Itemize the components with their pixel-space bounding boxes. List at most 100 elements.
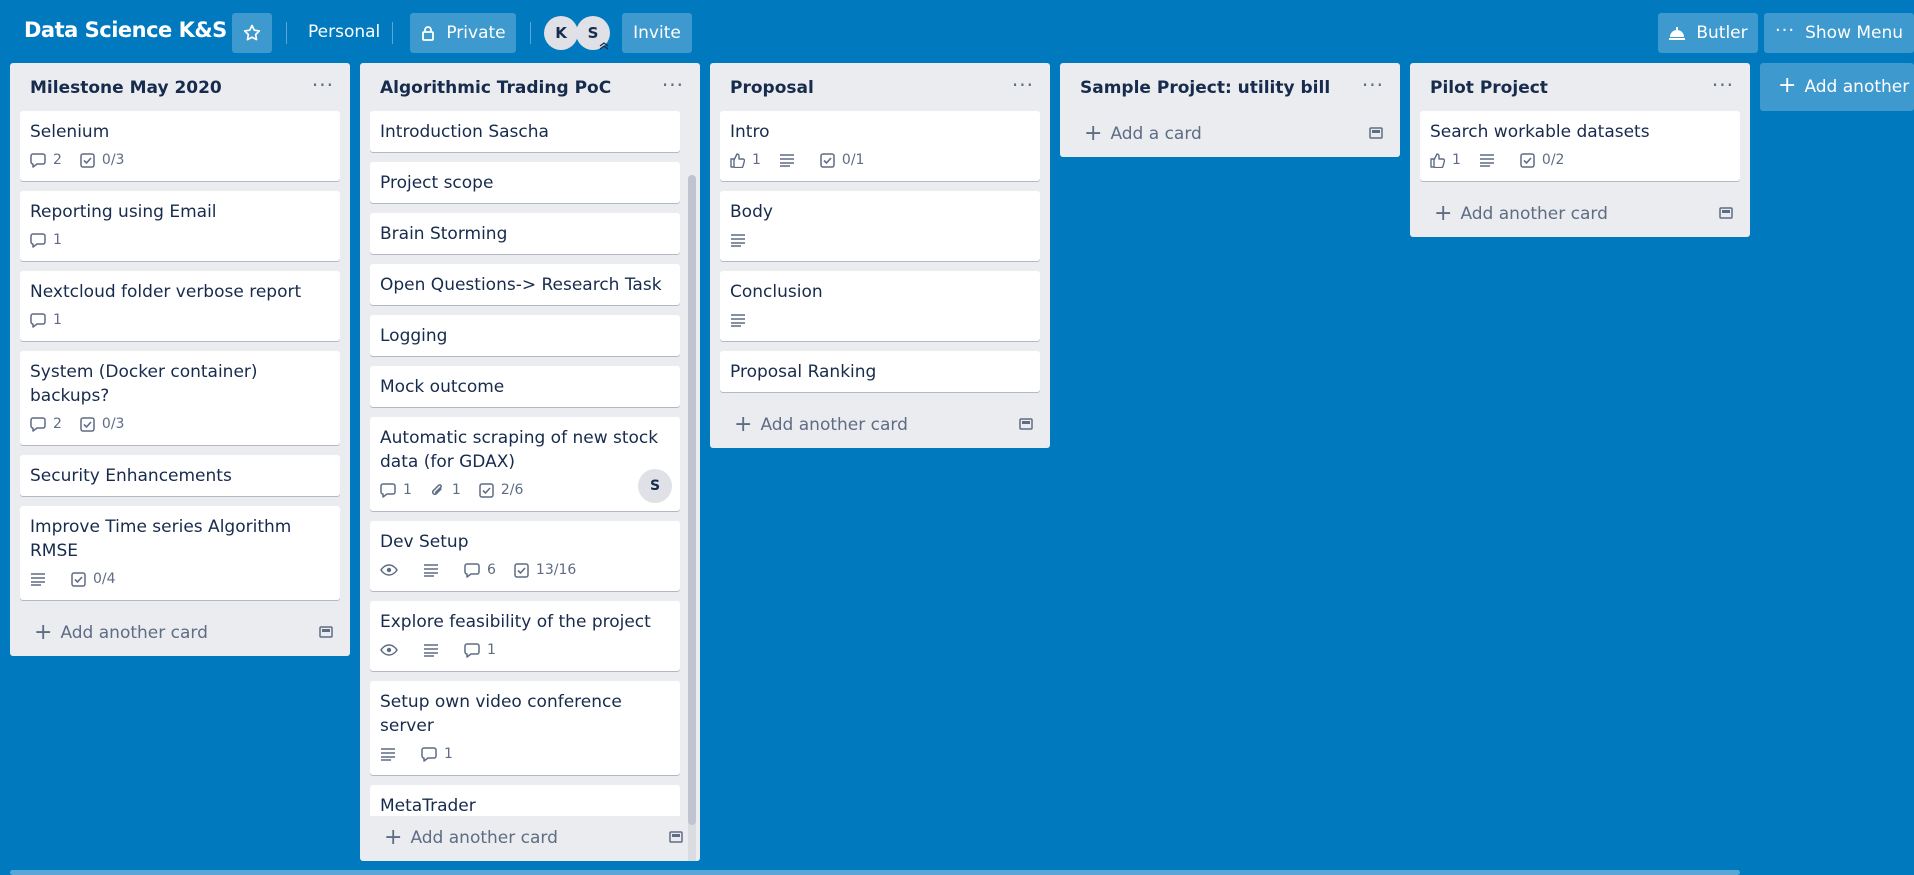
list-title[interactable]: Algorithmic Trading PoC — [380, 78, 611, 98]
badge-count: 1 — [444, 746, 453, 762]
badge-count: 2 — [53, 152, 62, 168]
list-card[interactable]: Mock outcome — [370, 366, 680, 407]
butler-button[interactable]: Butler — [1658, 13, 1758, 53]
list-header[interactable]: Proposal ··· — [710, 63, 1050, 111]
list-menu-icon[interactable]: ··· — [312, 73, 334, 97]
lock-icon — [422, 26, 435, 41]
show-menu-button[interactable]: ··· Show Menu — [1764, 13, 1914, 53]
plus-icon: + — [734, 411, 753, 437]
board-horizontal-scrollbar[interactable] — [10, 870, 1740, 875]
list-card[interactable]: Logging — [370, 315, 680, 356]
add-card-button[interactable]: + Add another card — [10, 610, 350, 656]
card-title: Logging — [380, 326, 448, 346]
comments-badge: 1 — [30, 232, 62, 248]
comment-icon — [30, 232, 46, 248]
checklist-icon — [514, 562, 529, 578]
list-card[interactable]: Intro 1 0/1 — [720, 111, 1040, 181]
list-card[interactable]: System (Docker container) backups? 2 0/3 — [20, 351, 340, 445]
card-template-icon[interactable] — [1718, 205, 1734, 221]
description-badge — [779, 153, 802, 167]
card-template-icon[interactable] — [318, 624, 334, 640]
list-card[interactable]: Automatic scraping of new stock data (fo… — [370, 417, 680, 511]
member-avatar[interactable]: K — [544, 16, 578, 50]
card-template-icon[interactable] — [1018, 416, 1034, 432]
list-title[interactable]: Milestone May 2020 — [30, 78, 222, 98]
card-title: Open Questions-> Research Task — [380, 275, 662, 295]
list-card[interactable]: Dev Setup 6 13/16 — [370, 521, 680, 591]
comment-icon — [30, 152, 46, 168]
list-card[interactable]: Brain Storming — [370, 213, 680, 254]
list-header[interactable]: Sample Project: utility bill ··· — [1060, 63, 1400, 111]
list-card[interactable]: Conclusion — [720, 271, 1040, 341]
comment-icon — [30, 416, 46, 432]
list-card[interactable]: Nextcloud folder verbose report 1 — [20, 271, 340, 341]
list-card[interactable]: Proposal Ranking — [720, 351, 1040, 392]
checklist-icon — [820, 152, 835, 168]
star-icon — [243, 24, 261, 41]
comments-badge: 2 — [30, 152, 62, 168]
badge-count: 1 — [403, 482, 412, 498]
list-card[interactable]: Improve Time series Algorithm RMSE 0/4 — [20, 506, 340, 600]
list-menu-icon[interactable]: ··· — [1012, 73, 1034, 97]
list-card[interactable]: Selenium 2 0/3 — [20, 111, 340, 181]
badge-count: 1 — [53, 232, 62, 248]
add-card-button[interactable]: + Add another card — [1410, 191, 1750, 237]
list-card[interactable]: Project scope — [370, 162, 680, 203]
more-dots-icon: ··· — [1774, 19, 1796, 41]
list-card[interactable]: Search workable datasets 1 0/2 — [1420, 111, 1740, 181]
list-header[interactable]: Milestone May 2020 ··· — [10, 63, 350, 111]
board-title[interactable]: Data Science K&S — [24, 18, 227, 42]
checklist-badge: 0/1 — [820, 152, 865, 168]
card-template-icon[interactable] — [1368, 125, 1384, 141]
list-scrollbar-thumb[interactable] — [688, 175, 696, 825]
plus-icon: + — [1084, 120, 1103, 146]
list-header[interactable]: Pilot Project ··· — [1410, 63, 1750, 111]
card-template-icon[interactable] — [668, 829, 684, 845]
card-title: Intro — [730, 122, 770, 142]
list-menu-icon[interactable]: ··· — [1362, 73, 1384, 97]
badge-count: 0/1 — [841, 152, 865, 168]
member-avatar[interactable]: S — [576, 16, 610, 50]
list-card[interactable]: Open Questions-> Research Task — [370, 264, 680, 305]
badge-count: 0/2 — [1541, 152, 1565, 168]
list-card[interactable]: Setup own video conference server 1 — [370, 681, 680, 775]
card-member-avatar[interactable]: S — [638, 469, 672, 503]
list-header[interactable]: Algorithmic Trading PoC ··· — [360, 63, 700, 111]
add-list-button[interactable]: + Add another list — [1760, 63, 1914, 111]
board-header: Data Science K&S Personal Private K S In… — [0, 0, 1914, 66]
add-card-label: Add another card — [60, 623, 208, 643]
description-icon — [424, 564, 438, 577]
list-title[interactable]: Proposal — [730, 78, 814, 98]
header-divider — [286, 22, 287, 44]
list-title[interactable]: Pilot Project — [1430, 78, 1548, 98]
checklist-badge: 0/4 — [71, 571, 116, 587]
add-card-button[interactable]: + Add another card — [710, 402, 1050, 448]
add-card-button[interactable]: + Add another card — [360, 815, 700, 861]
invite-button[interactable]: Invite — [622, 13, 692, 53]
add-card-button[interactable]: + Add a card — [1060, 111, 1400, 157]
list-menu-icon[interactable]: ··· — [1712, 73, 1734, 97]
member-avatar-initial: S — [587, 24, 599, 42]
list-card[interactable]: Introduction Sascha — [370, 111, 680, 152]
list-menu-icon[interactable]: ··· — [662, 73, 684, 97]
thumbs-up-icon — [730, 152, 745, 168]
list-card[interactable]: Explore feasibility of the project 1 — [370, 601, 680, 671]
list-card[interactable]: Reporting using Email 1 — [20, 191, 340, 261]
list-card[interactable]: MetaTrader — [370, 785, 680, 816]
list-card[interactable]: Security Enhancements — [20, 455, 340, 496]
team-button[interactable]: Personal — [308, 22, 380, 42]
visibility-button[interactable]: Private — [410, 13, 516, 53]
star-button[interactable] — [232, 13, 272, 53]
description-icon — [731, 314, 745, 327]
comments-badge: 1 — [380, 482, 412, 498]
votes-badge: 1 — [730, 152, 761, 168]
add-card-label: Add another card — [410, 828, 558, 848]
list-title[interactable]: Sample Project: utility bill — [1080, 78, 1330, 98]
badge-count: 0/3 — [101, 416, 125, 432]
badge-count: 13/16 — [535, 562, 577, 578]
checklist-icon — [71, 571, 86, 587]
card-title: Conclusion — [730, 282, 823, 302]
list-card[interactable]: Body — [720, 191, 1040, 261]
butler-bell-icon — [1669, 27, 1686, 40]
card-title: Selenium — [30, 122, 110, 142]
